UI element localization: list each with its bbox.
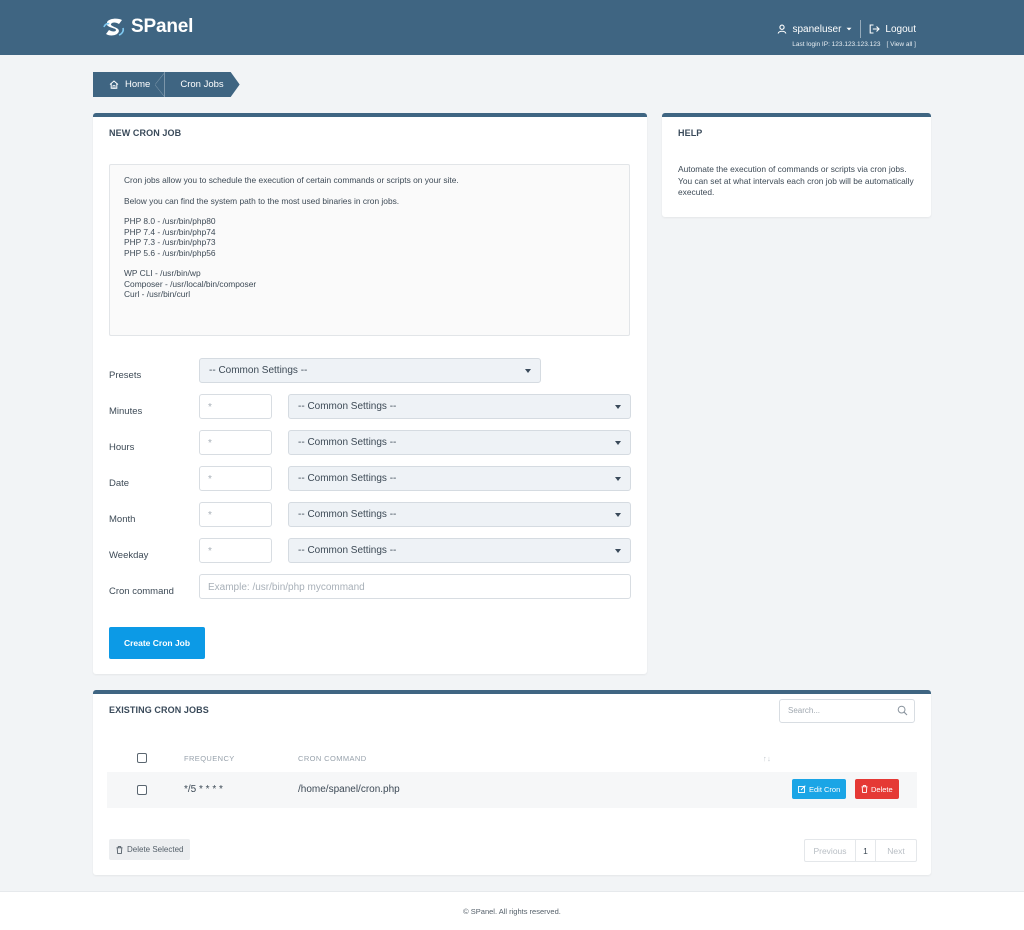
help-card: HELP Automate the execution of commands … bbox=[662, 113, 931, 217]
edit-cron-button[interactable]: Edit Cron bbox=[792, 779, 847, 799]
app-name: SPanel bbox=[131, 16, 194, 37]
trash-icon bbox=[861, 785, 868, 793]
footer-copyright: © SPanel. All rights reserved. bbox=[463, 907, 561, 916]
weekday-select-value: -- Common Settings -- bbox=[298, 545, 397, 556]
new-cron-job-card: NEW CRON JOB Cron jobs allow you to sche… bbox=[93, 113, 647, 674]
breadcrumb: Home Cron Jobs bbox=[93, 72, 240, 97]
select-all-checkbox[interactable] bbox=[137, 753, 147, 763]
row-frequency: */5 * * * * bbox=[184, 784, 223, 795]
row-cron-command: /home/spanel/cron.php bbox=[298, 784, 400, 795]
delete-selected-button[interactable]: Delete Selected bbox=[109, 839, 191, 860]
hours-select-value: -- Common Settings -- bbox=[298, 437, 397, 448]
breadcrumb-current: Cron Jobs bbox=[164, 72, 239, 97]
breadcrumb-home[interactable]: Home bbox=[93, 72, 166, 97]
hours-label: Hours bbox=[109, 442, 135, 453]
chevron-down-icon bbox=[615, 477, 621, 481]
wp-cli-path: WP CLI - /usr/bin/wp bbox=[124, 268, 201, 278]
minutes-select-value: -- Common Settings -- bbox=[298, 401, 397, 412]
logout-label: Logout bbox=[885, 23, 916, 35]
pagination-previous[interactable]: Previous bbox=[805, 840, 856, 861]
app-logo[interactable]: SPanel bbox=[102, 15, 193, 39]
existing-cron-jobs-card: EXISTING CRON JOBS Search... FREQUENCY C… bbox=[93, 690, 931, 875]
chevron-down-icon bbox=[615, 441, 621, 445]
presets-select[interactable]: -- Common Settings -- bbox=[199, 358, 541, 383]
view-all-link[interactable]: [ View all ] bbox=[886, 41, 916, 48]
help-text: Automate the execution of commands or sc… bbox=[678, 164, 914, 197]
user-menu-area: spaneluser Logout bbox=[777, 20, 916, 38]
composer-path: Composer - /usr/local/bin/composer bbox=[124, 278, 257, 289]
logout-button[interactable]: Logout bbox=[869, 24, 916, 35]
last-login-info: Last login IP: 123.123.123.123 [ View all… bbox=[792, 41, 916, 48]
month-label: Month bbox=[109, 514, 136, 525]
breadcrumb-current-label: Cron Jobs bbox=[180, 79, 224, 90]
month-common-select[interactable]: -- Common Settings -- bbox=[288, 502, 631, 527]
edit-icon bbox=[798, 785, 806, 793]
user-icon bbox=[778, 24, 787, 34]
logout-icon bbox=[870, 24, 881, 34]
chevron-down-icon bbox=[846, 27, 852, 31]
hours-input[interactable]: * bbox=[199, 430, 272, 455]
footer: © SPanel. All rights reserved. bbox=[0, 891, 1024, 930]
php-path-73: PHP 7.3 - /usr/bin/php73 bbox=[124, 237, 216, 247]
top-bar: SPanel spaneluser Logout Last login IP: … bbox=[0, 0, 1024, 55]
minutes-label: Minutes bbox=[109, 406, 143, 417]
chevron-down-icon bbox=[615, 549, 621, 553]
help-title: HELP bbox=[678, 128, 703, 138]
table-row: */5 * * * * /home/spanel/cron.php Edit C… bbox=[107, 772, 917, 808]
hours-common-select[interactable]: -- Common Settings -- bbox=[288, 430, 631, 455]
chevron-down-icon bbox=[615, 513, 621, 517]
table-header: FREQUENCY CRON COMMAND ↑↓ bbox=[107, 748, 917, 770]
new-cron-job-title: NEW CRON JOB bbox=[109, 128, 182, 138]
username: spaneluser bbox=[792, 23, 842, 35]
presets-label: Presets bbox=[109, 370, 142, 381]
info-intro: Cron jobs allow you to schedule the exec… bbox=[124, 175, 459, 185]
date-input[interactable]: * bbox=[199, 466, 272, 491]
presets-select-value: -- Common Settings -- bbox=[209, 365, 308, 376]
delete-cron-label: Delete bbox=[871, 784, 893, 794]
header-divider bbox=[860, 20, 862, 38]
cron-command-column-header[interactable]: CRON COMMAND bbox=[298, 754, 367, 763]
pagination-page-1[interactable]: 1 bbox=[856, 840, 876, 861]
month-select-value: -- Common Settings -- bbox=[298, 509, 397, 520]
cron-command-label: Cron command bbox=[109, 586, 174, 597]
breadcrumb-home-label: Home bbox=[125, 79, 151, 90]
weekday-input[interactable]: * bbox=[199, 538, 272, 563]
sort-icon[interactable]: ↑↓ bbox=[763, 754, 771, 763]
spanel-logo-icon bbox=[103, 18, 125, 36]
php-path-80: PHP 8.0 - /usr/bin/php80 bbox=[124, 216, 216, 226]
pagination-next[interactable]: Next bbox=[876, 840, 916, 861]
month-input[interactable]: * bbox=[199, 502, 272, 527]
trash-icon bbox=[116, 845, 123, 854]
home-icon bbox=[109, 80, 119, 89]
edit-cron-label: Edit Cron bbox=[809, 784, 841, 794]
frequency-column-header[interactable]: FREQUENCY bbox=[184, 754, 235, 763]
minutes-common-select[interactable]: -- Common Settings -- bbox=[288, 394, 631, 419]
php-path-74: PHP 7.4 - /usr/bin/php74 bbox=[124, 226, 216, 237]
row-checkbox[interactable] bbox=[137, 785, 147, 795]
last-login-ip: Last login IP: 123.123.123.123 bbox=[792, 41, 881, 48]
minutes-input[interactable]: * bbox=[199, 394, 272, 419]
info-paths-intro: Below you can find the system path to th… bbox=[124, 195, 400, 206]
date-select-value: -- Common Settings -- bbox=[298, 473, 397, 484]
search-placeholder: Search... bbox=[788, 706, 821, 715]
search-input[interactable]: Search... bbox=[779, 699, 915, 723]
search-icon bbox=[897, 705, 908, 716]
delete-cron-button[interactable]: Delete bbox=[855, 779, 899, 799]
chevron-down-icon bbox=[525, 369, 531, 373]
weekday-label: Weekday bbox=[109, 550, 149, 561]
curl-path: Curl - /usr/bin/curl bbox=[124, 289, 191, 299]
user-menu[interactable]: spaneluser bbox=[777, 24, 852, 35]
delete-selected-label: Delete Selected bbox=[127, 845, 184, 854]
date-label: Date bbox=[109, 478, 130, 489]
php-path-56: PHP 5.6 - /usr/bin/php56 bbox=[124, 247, 216, 258]
chevron-down-icon bbox=[615, 405, 621, 409]
existing-cron-jobs-title: EXISTING CRON JOBS bbox=[109, 705, 209, 715]
create-cron-job-button[interactable]: Create Cron Job bbox=[109, 627, 205, 659]
pagination: Previous 1 Next bbox=[804, 839, 917, 862]
cron-command-input[interactable]: Example: /usr/bin/php mycommand bbox=[199, 574, 631, 599]
date-common-select[interactable]: -- Common Settings -- bbox=[288, 466, 631, 491]
weekday-common-select[interactable]: -- Common Settings -- bbox=[288, 538, 631, 563]
cron-info-box: Cron jobs allow you to schedule the exec… bbox=[109, 164, 630, 336]
